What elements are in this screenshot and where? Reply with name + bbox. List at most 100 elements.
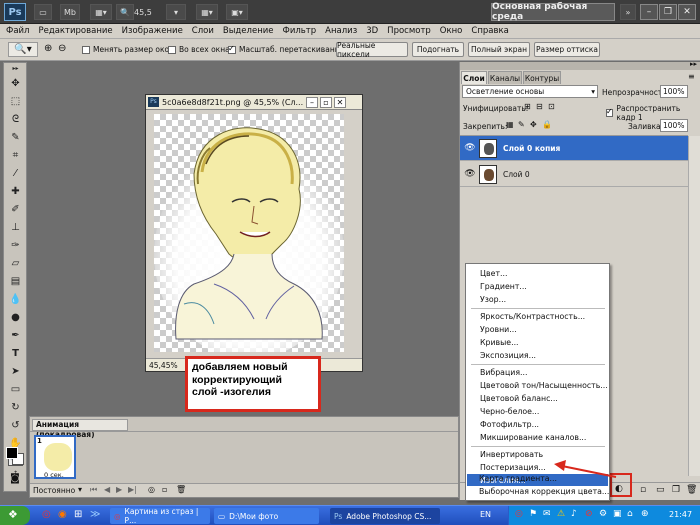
type-tool-icon[interactable]: T bbox=[8, 347, 23, 360]
next-frame-icon[interactable]: ▶| bbox=[128, 485, 137, 494]
minimize-button[interactable]: – bbox=[640, 4, 658, 20]
menu-item-channel-mixer[interactable]: Микширование каналов... bbox=[480, 433, 586, 442]
menu-view[interactable]: Просмотр bbox=[387, 26, 431, 36]
document-maximize-button[interactable]: ▫ bbox=[320, 97, 332, 108]
screen-mode-icon[interactable]: ▣▾ bbox=[226, 4, 248, 20]
dodge-tool-icon[interactable]: ● bbox=[8, 311, 23, 324]
tray-icon[interactable]: ✉ bbox=[543, 509, 551, 519]
new-layer-icon[interactable]: ❐ bbox=[672, 485, 680, 495]
delete-layer-icon[interactable]: 🗑 bbox=[686, 485, 697, 495]
loop-dropdown-icon[interactable]: ▾ bbox=[78, 485, 82, 494]
resize-windows-option[interactable]: Менять размер окон bbox=[82, 45, 174, 54]
duplicate-frame-icon[interactable]: ▫ bbox=[162, 485, 167, 494]
panel-collapse-icon[interactable]: ▸▸ bbox=[690, 60, 697, 68]
menu-item-hue-saturation[interactable]: Цветовой тон/Насыщенность... bbox=[480, 381, 608, 390]
zoom-out-icon[interactable]: ⊖ bbox=[58, 43, 66, 54]
menu-item-selective-color[interactable]: Выборочная коррекция цвета... bbox=[479, 487, 609, 496]
mini-bridge-button[interactable]: Mb bbox=[60, 4, 80, 20]
menu-filter[interactable]: Фильтр bbox=[283, 26, 317, 36]
scrubby-zoom-option[interactable]: Масштаб. перетаскиванием bbox=[228, 44, 350, 54]
scrubby-zoom-checkbox[interactable] bbox=[228, 44, 236, 54]
tray-icon[interactable]: ♪ bbox=[571, 509, 577, 519]
tray-icon[interactable]: ⚙ bbox=[599, 509, 607, 519]
zoom-dropdown-icon[interactable]: ▾ bbox=[166, 4, 186, 20]
new-group-icon[interactable]: ▭ bbox=[656, 485, 665, 495]
opera-icon[interactable]: ◎ bbox=[42, 509, 51, 520]
workspace-menu-icon[interactable]: » bbox=[620, 4, 636, 20]
menu-layers[interactable]: Слои bbox=[192, 26, 214, 36]
all-windows-option[interactable]: Во всех окнах bbox=[168, 45, 234, 54]
loop-option[interactable]: Постоянно bbox=[33, 486, 75, 495]
menu-item-photo-filter[interactable]: Фотофильтр... bbox=[480, 420, 539, 429]
panel-collapse-icon[interactable]: ▸▸ bbox=[8, 65, 23, 72]
layer-row-copy[interactable]: 👁 Слой 0 копия bbox=[460, 136, 688, 161]
animation-frame[interactable]: 1 0 сек. bbox=[34, 435, 76, 479]
tab-layers[interactable]: Слои bbox=[461, 71, 487, 84]
marquee-tool-icon[interactable]: ⬚ bbox=[8, 95, 23, 108]
move-tool-icon[interactable]: ✥ bbox=[8, 77, 23, 90]
workspace-switcher[interactable]: Основная рабочая среда bbox=[491, 2, 615, 22]
opacity-input[interactable]: 100% bbox=[660, 85, 688, 98]
menu-select[interactable]: Выделение bbox=[223, 26, 274, 36]
bridge-icon[interactable]: ▭ bbox=[34, 4, 52, 20]
menu-edit[interactable]: Редактирование bbox=[38, 26, 112, 36]
taskbar-task-photoshop[interactable]: Ps Adobe Photoshop CS... bbox=[330, 508, 440, 524]
unify-visibility-icon[interactable]: ⊟ bbox=[536, 102, 543, 111]
eyedropper-tool-icon[interactable]: ⁄ bbox=[8, 167, 23, 180]
menu-image[interactable]: Изображение bbox=[122, 26, 183, 36]
quicklaunch-icon[interactable]: ≫ bbox=[90, 509, 100, 520]
tray-icon[interactable]: ◎ bbox=[515, 509, 523, 519]
menu-item-levels[interactable]: Уровни... bbox=[480, 325, 517, 334]
unify-style-icon[interactable]: ⊡ bbox=[548, 102, 555, 111]
menu-item-vibrance[interactable]: Вибрация... bbox=[480, 368, 527, 377]
lock-pixels-icon[interactable]: ✎ bbox=[518, 120, 525, 129]
fill-input[interactable]: 100% bbox=[660, 119, 688, 132]
blur-tool-icon[interactable]: 💧 bbox=[8, 293, 23, 306]
eraser-tool-icon[interactable]: ▱ bbox=[8, 257, 23, 270]
arrange-documents-icon[interactable]: ▦▾ bbox=[196, 4, 218, 20]
tray-icon[interactable]: ⚑ bbox=[529, 509, 537, 519]
menu-help[interactable]: Справка bbox=[471, 26, 508, 36]
tray-icon[interactable]: ⚠ bbox=[557, 509, 565, 519]
tab-paths[interactable]: Контуры bbox=[523, 71, 561, 84]
menu-item-black-white[interactable]: Черно-белое... bbox=[480, 407, 539, 416]
menu-item-color[interactable]: Цвет... bbox=[480, 269, 507, 278]
previous-frame-icon[interactable]: ◀ bbox=[104, 485, 110, 494]
menu-window[interactable]: Окно bbox=[440, 26, 463, 36]
menu-item-pattern[interactable]: Узор... bbox=[480, 295, 506, 304]
document-canvas[interactable] bbox=[154, 114, 344, 359]
quick-select-tool-icon[interactable]: ✎ bbox=[8, 131, 23, 144]
quicklaunch-icon[interactable]: ⊞ bbox=[74, 509, 82, 520]
menu-item-gradient-map[interactable]: Карта градиента... bbox=[479, 474, 557, 483]
zoom-tool-preset-icon[interactable]: 🔍▾ bbox=[8, 42, 38, 57]
menu-item-exposure[interactable]: Экспозиция... bbox=[480, 351, 536, 360]
shape-tool-icon[interactable]: ▭ bbox=[8, 383, 23, 396]
frame-delay[interactable]: 0 сек. bbox=[44, 471, 64, 479]
tween-icon[interactable]: ◎ bbox=[148, 485, 155, 494]
path-selection-tool-icon[interactable]: ➤ bbox=[8, 365, 23, 378]
zoom-in-icon[interactable]: ⊕ bbox=[44, 43, 52, 54]
document-close-button[interactable]: ✕ bbox=[334, 97, 346, 108]
pen-tool-icon[interactable]: ✒ bbox=[8, 329, 23, 342]
menu-file[interactable]: Файл bbox=[6, 26, 29, 36]
3d-rotate-tool-icon[interactable]: ↻ bbox=[8, 401, 23, 414]
brush-tool-icon[interactable]: ✐ bbox=[8, 203, 23, 216]
unify-position-icon[interactable]: ⊞ bbox=[524, 102, 531, 111]
view-extras-icon[interactable]: ▦▾ bbox=[90, 4, 112, 20]
menu-3d[interactable]: 3D bbox=[366, 26, 378, 36]
layers-scrollbar[interactable] bbox=[688, 136, 700, 476]
print-size-button[interactable]: Размер оттиска bbox=[534, 42, 600, 57]
panel-menu-icon[interactable]: ≡ bbox=[688, 72, 695, 81]
gradient-tool-icon[interactable]: ▤ bbox=[8, 275, 23, 288]
actual-pixels-button[interactable]: Реальные пиксели bbox=[336, 41, 408, 59]
menu-item-invert[interactable]: Инвертировать bbox=[480, 450, 543, 459]
tray-icon[interactable]: ▣ bbox=[613, 509, 622, 519]
menu-item-posterize[interactable]: Постеризация... bbox=[480, 463, 546, 472]
menu-item-curves[interactable]: Кривые... bbox=[480, 338, 519, 347]
zoom-level-value[interactable]: 45,5 bbox=[128, 4, 162, 20]
lock-all-icon[interactable]: 🔒 bbox=[542, 120, 552, 129]
lock-position-icon[interactable]: ✥ bbox=[530, 120, 537, 129]
eye-icon[interactable]: 👁 bbox=[464, 142, 476, 154]
lasso-tool-icon[interactable]: ᘓ bbox=[8, 113, 23, 126]
propagate-frame-checkbox[interactable] bbox=[606, 107, 614, 117]
